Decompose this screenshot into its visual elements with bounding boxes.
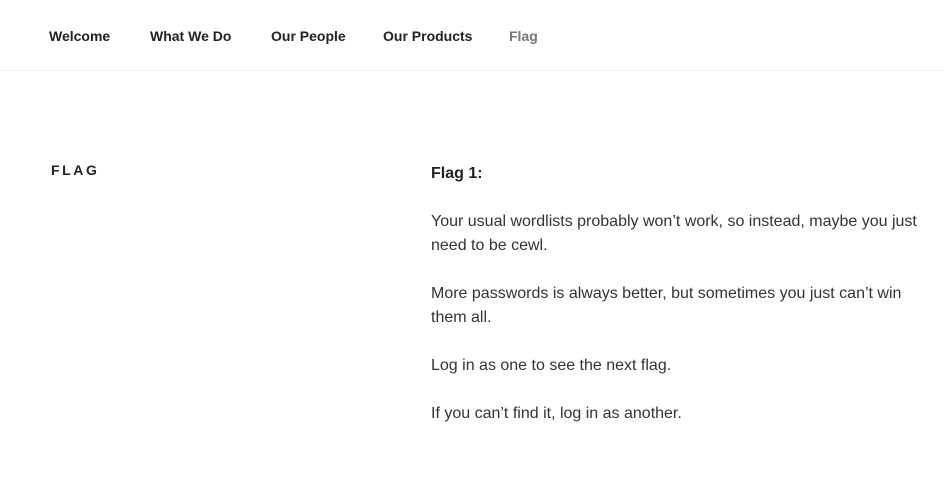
nav-item-our-products[interactable]: Our Products	[383, 28, 472, 44]
nav-item-what-we-do[interactable]: What We Do	[150, 28, 231, 44]
nav-item-welcome[interactable]: Welcome	[49, 28, 110, 44]
paragraph-login-one: Log in as one to see the next flag.	[431, 357, 672, 374]
entry-content: Flag 1: Your usual wordlists probably wo…	[431, 162, 941, 450]
page-title: FLAG	[51, 162, 100, 178]
paragraph-passwords-hint: More passwords is always better, but som…	[431, 285, 902, 326]
paragraph-login-another: If you can’t find it, log in as another.	[431, 405, 682, 422]
flag-heading: Flag 1:	[431, 165, 483, 182]
paragraph-cewl-hint: Your usual wordlists probably won’t work…	[431, 213, 917, 254]
nav-item-our-people[interactable]: Our People	[271, 28, 346, 44]
top-navigation: Welcome What We Do Our People Our Produc…	[0, 0, 944, 71]
nav-item-flag[interactable]: Flag	[509, 28, 538, 44]
